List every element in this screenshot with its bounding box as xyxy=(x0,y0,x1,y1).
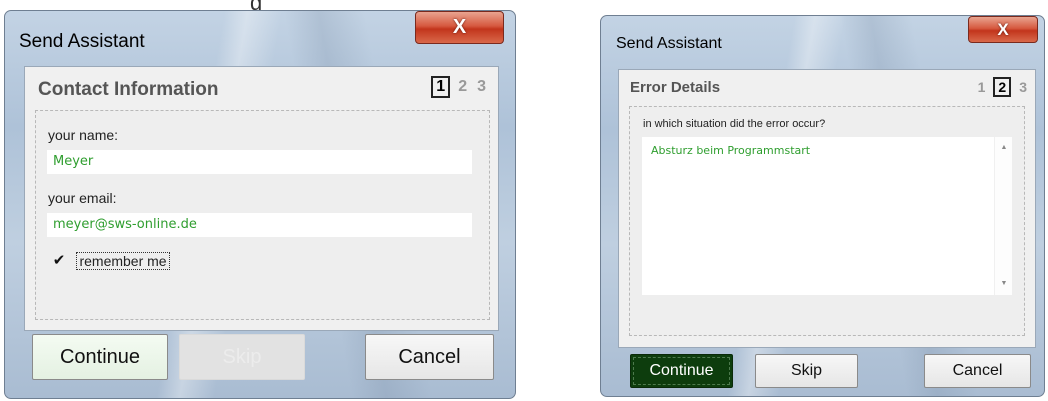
error-description-textarea[interactable]: Absturz beim Programmstart ▲ ▼ xyxy=(642,137,1012,295)
remember-me-row[interactable]: ✔ remember me xyxy=(50,252,170,274)
window-title: Send Assistant xyxy=(19,31,145,52)
cancel-button[interactable]: Cancel xyxy=(924,354,1031,388)
error-description-text: Absturz beim Programmstart xyxy=(651,144,811,157)
skip-button-disabled[interactable]: Skip xyxy=(179,334,305,380)
email-field[interactable]: meyer@sws-online.de xyxy=(47,213,472,237)
name-label: your name: xyxy=(48,127,119,143)
checkmark-icon: ✔ xyxy=(52,252,66,269)
remember-me-label[interactable]: remember me xyxy=(76,252,170,270)
error-form-area: in which situation did the error occur? … xyxy=(629,106,1025,336)
continue-button[interactable]: Continue xyxy=(32,334,168,380)
step-3: 3 xyxy=(1019,79,1027,95)
name-field[interactable]: Meyer xyxy=(47,150,472,174)
step-indicator: 123 xyxy=(970,77,1029,97)
panel-title: Contact Information xyxy=(38,79,219,100)
remember-me-checkbox[interactable]: ✔ xyxy=(50,252,68,270)
send-assistant-dialog-contact: Send Assistant X Contact Information 123… xyxy=(4,10,516,399)
vertical-scrollbar[interactable]: ▲ ▼ xyxy=(994,137,1012,295)
close-icon: X xyxy=(997,20,1009,39)
step-2: 2 xyxy=(458,78,468,95)
scroll-down-icon[interactable]: ▼ xyxy=(995,280,1013,287)
step-1: 1 xyxy=(977,79,986,95)
error-situation-label: in which situation did the error occur? xyxy=(643,118,826,130)
step-2: 2 xyxy=(993,77,1012,97)
close-icon: X xyxy=(452,16,467,38)
close-button[interactable]: X xyxy=(415,11,504,44)
close-button[interactable]: X xyxy=(968,16,1038,43)
contact-form-area: your name: Meyer your email: meyer@sws-o… xyxy=(35,110,490,320)
step-indicator: 123 xyxy=(425,76,488,98)
send-assistant-dialog-error: Send Assistant X Error Details 123 in wh… xyxy=(600,15,1045,397)
panel-title: Error Details xyxy=(630,79,721,96)
skip-button[interactable]: Skip xyxy=(755,354,858,388)
scroll-up-icon[interactable]: ▲ xyxy=(995,144,1013,151)
contact-information-panel: Contact Information 123 your name: Meyer… xyxy=(24,66,499,331)
email-label: your email: xyxy=(48,190,117,206)
window-title: Send Assistant xyxy=(616,35,722,52)
error-details-panel: Error Details 123 in which situation did… xyxy=(618,69,1036,348)
cancel-button[interactable]: Cancel xyxy=(365,334,494,380)
continue-button[interactable]: Continue xyxy=(630,354,733,388)
step-1: 1 xyxy=(431,76,451,98)
step-3: 3 xyxy=(477,78,486,95)
